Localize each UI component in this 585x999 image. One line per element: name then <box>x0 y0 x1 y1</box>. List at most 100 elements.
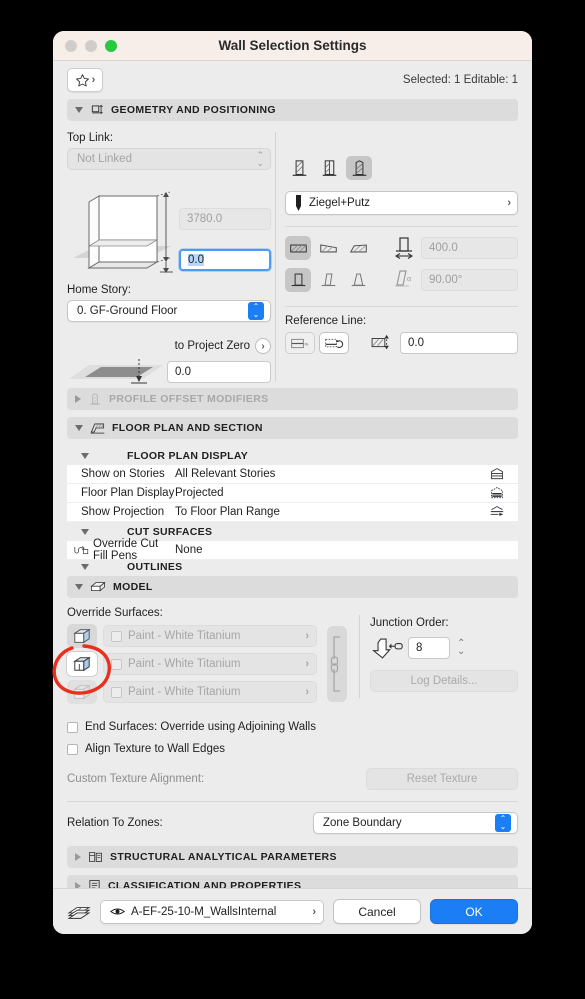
table-row[interactable]: Show Projection To Floor Plan Range <box>67 503 518 522</box>
geometry-positioning-icon <box>91 104 103 115</box>
ok-button[interactable]: OK <box>430 899 518 924</box>
pen-attribute-icon <box>296 195 301 211</box>
reference-line-location-button[interactable]: × › <box>285 332 315 354</box>
section-header-model[interactable]: MODEL <box>67 576 518 598</box>
selection-status: Selected: 1 Editable: 1 <box>402 74 518 86</box>
chevron-down-icon <box>75 107 83 113</box>
composite-structure-selector[interactable]: Ziegel+Putz › <box>285 191 518 215</box>
outside-material-field[interactable]: Paint - White Titanium › <box>103 625 317 647</box>
section-title-classification: CLASSIFICATION AND PROPERTIES <box>108 880 302 888</box>
inside-override-checkbox[interactable] <box>111 686 122 698</box>
inside-surface-button[interactable] <box>67 680 97 704</box>
wall-angle-field[interactable]: 90.00° <box>421 269 518 291</box>
favorites-chevron: › <box>91 74 96 86</box>
vertical-wall-button[interactable] <box>285 268 311 292</box>
home-story-value: 0. GF-Ground Floor <box>77 305 178 317</box>
log-details-button[interactable]: Log Details... <box>370 670 518 692</box>
relation-to-zones-label: Relation To Zones: <box>67 817 163 829</box>
section-header-structural[interactable]: STRUCTURAL ANALYTICAL PARAMETERS <box>67 846 518 868</box>
reference-line-label: Reference Line: <box>285 315 367 327</box>
edge-override-checkbox[interactable] <box>111 658 122 670</box>
log-details-label: Log Details... <box>410 675 478 687</box>
show-projection-icon <box>490 506 504 516</box>
end-surfaces-checkbox[interactable] <box>67 721 78 733</box>
project-zero-chevron-button[interactable]: › <box>255 338 271 354</box>
flip-reference-line-button[interactable] <box>319 332 349 354</box>
layer-selector[interactable]: A-EF-25-10-M_WallsInternal › <box>100 899 324 924</box>
show-on-stories-icon <box>491 468 503 480</box>
geometry-divider <box>275 132 276 382</box>
chevron-right-icon: › <box>305 630 309 642</box>
svg-text:›: › <box>307 342 309 348</box>
trapezoid-wall-button[interactable] <box>315 236 341 260</box>
inside-surface-icon <box>73 684 91 700</box>
chevron-right-icon: › <box>305 686 309 698</box>
edge-material-name: Paint - White Titanium <box>128 658 241 670</box>
outside-override-checkbox[interactable] <box>111 630 122 642</box>
ok-label: OK <box>465 904 483 919</box>
section-header-classification[interactable]: CLASSIFICATION AND PROPERTIES <box>67 875 518 888</box>
junction-order-field[interactable]: 8 <box>408 637 450 659</box>
double-slanted-wall-button[interactable] <box>345 268 371 292</box>
section-header-floor-plan[interactable]: FLOOR PLAN AND SECTION <box>67 417 518 439</box>
straight-wall-button[interactable] <box>285 236 311 260</box>
cancel-button[interactable]: Cancel <box>333 899 421 924</box>
layers-icon <box>67 906 91 919</box>
table-row[interactable]: Floor Plan Display Projected <box>67 484 518 503</box>
cancel-label: Cancel <box>358 904 396 919</box>
base-offset-value: 0.0 <box>188 254 204 266</box>
base-offset-field[interactable]: 0.0 <box>179 249 271 271</box>
basic-wall-button[interactable] <box>286 156 312 180</box>
top-link-dropdown[interactable]: Not Linked ⌃ ⌄ <box>67 148 271 170</box>
to-project-zero-label: to Project Zero <box>174 340 250 352</box>
reference-line-offset-icon <box>371 334 389 350</box>
edge-material-field[interactable]: Paint - White Titanium › <box>103 653 317 675</box>
outside-surface-button[interactable] <box>67 624 97 648</box>
model-divider <box>359 615 360 698</box>
inside-material-field[interactable]: Paint - White Titanium › <box>103 681 317 703</box>
link-surfaces-button[interactable] <box>327 625 347 702</box>
minimize-button[interactable] <box>85 39 97 52</box>
reset-texture-button[interactable]: Reset Texture <box>366 768 518 790</box>
section-header-profile-offset[interactable]: PROFILE OFFSET MODIFIERS <box>67 388 518 410</box>
end-surfaces-checkbox-row[interactable]: End Surfaces: Override using Adjoining W… <box>67 721 518 733</box>
classification-properties-icon <box>89 880 100 888</box>
favorites-button[interactable]: › <box>67 68 103 92</box>
composite-wall-button[interactable] <box>346 156 372 180</box>
project-zero-field[interactable]: 0.0 <box>167 361 271 383</box>
complex-profile-wall-button[interactable] <box>316 156 342 180</box>
align-texture-checkbox[interactable] <box>67 743 78 755</box>
slanted-wall-button[interactable] <box>315 268 341 292</box>
home-story-dropdown[interactable]: 0. GF-Ground Floor ⌃ ⌄ <box>67 300 271 322</box>
chevron-updown-icon: ⌃ ⌄ <box>495 814 511 832</box>
table-row[interactable]: Show on Stories All Relevant Stories <box>67 465 518 484</box>
close-button[interactable] <box>65 39 77 52</box>
override-surfaces-block: Override Surfaces: Paint - White Titaniu… <box>67 605 317 708</box>
surface-row-edge: Paint - White Titanium › <box>67 652 317 676</box>
wall-thickness-field[interactable]: 400.0 <box>421 237 518 259</box>
chevron-right-icon: › <box>312 905 316 918</box>
polygon-wall-button[interactable] <box>345 236 371 260</box>
settings-scroll-body[interactable]: GEOMETRY AND POSITIONING Top Link: Not L… <box>53 99 532 888</box>
maximize-button[interactable] <box>105 39 117 52</box>
wall-angle-value: 90.00° <box>429 274 463 286</box>
edge-surface-button[interactable] <box>67 652 97 676</box>
section-header-geometry[interactable]: GEOMETRY AND POSITIONING <box>67 99 518 121</box>
group-outlines[interactable]: OUTLINES <box>67 560 518 574</box>
group-label: FLOOR PLAN DISPLAY <box>127 449 249 462</box>
star-icon <box>75 73 89 86</box>
group-floor-plan-display[interactable]: FLOOR PLAN DISPLAY <box>67 446 518 465</box>
surface-row-outside: Paint - White Titanium › <box>67 624 317 648</box>
straight-wall-icon <box>289 244 307 252</box>
composite-wall-icon <box>352 159 366 176</box>
profile-offset-icon <box>89 393 101 405</box>
table-row[interactable]: Override Cut Fill Pens None <box>67 538 518 562</box>
reference-line-offset-field[interactable]: 0.0 <box>400 332 518 354</box>
polygon-wall-icon <box>349 243 367 252</box>
relation-to-zones-dropdown[interactable]: Zone Boundary ⌃ ⌄ <box>313 812 518 834</box>
geometry-right-column: Ziegel+Putz › 400.0 α 90.00° Reference L… <box>285 128 518 386</box>
junction-order-stepper[interactable]: ⌃ ⌄ <box>457 639 465 657</box>
align-texture-checkbox-row[interactable]: Align Texture to Wall Edges <box>67 743 518 755</box>
wall-height-field[interactable]: 3780.0 <box>179 208 271 230</box>
wall-height-value: 3780.0 <box>187 213 223 225</box>
